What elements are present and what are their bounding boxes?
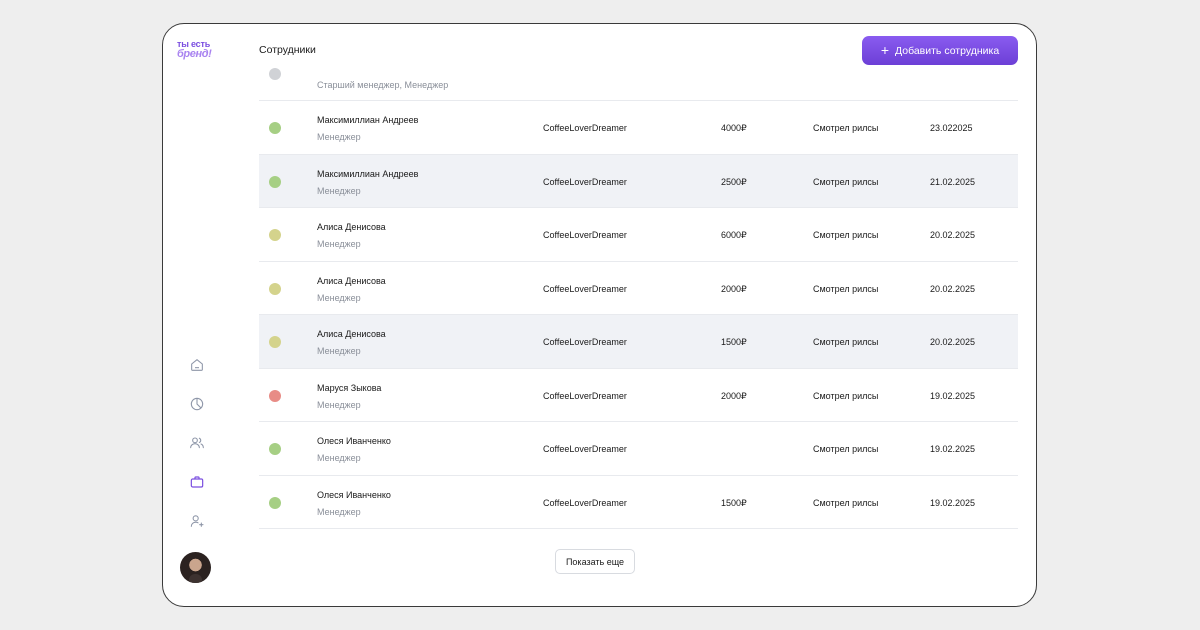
sidebar-nav	[186, 354, 208, 549]
employee-nickname: CoffeeLoverDreamer	[543, 283, 627, 294]
employee-role: Менеджер	[317, 506, 361, 517]
table-row[interactable]: Алиса Денисова Менеджер CoffeeLoverDreamer…	[259, 208, 1018, 262]
employee-amount: 6000₽	[721, 230, 747, 240]
employee-name: Алиса Денисова	[317, 222, 386, 232]
status-dot	[269, 282, 281, 295]
nav-item-briefcase[interactable]	[186, 471, 208, 493]
table-row[interactable]: Алиса Денисова Менеджер CoffeeLoverDreamer…	[259, 315, 1018, 369]
plus-icon: +	[880, 42, 889, 58]
status-dot	[269, 229, 281, 241]
status-dot	[269, 389, 281, 402]
employee-date: 20.02.2025	[930, 283, 976, 294]
employee-date: 21.02.2025	[930, 176, 976, 187]
status-dot	[269, 496, 281, 509]
employee-status: Смотрел рилсы	[813, 390, 879, 401]
employee-amount: 2000₽	[721, 283, 747, 294]
employee-nickname: CoffeeLoverDreamer	[543, 123, 627, 133]
status-dot	[269, 122, 281, 134]
employee-nickname: CoffeeLoverDreamer	[543, 444, 627, 454]
employee-role: Менеджер	[317, 399, 361, 410]
employee-nickname: CoffeeLoverDreamer	[543, 176, 627, 187]
home-icon	[191, 359, 203, 371]
employee-name: Максимиллиан Андреев	[317, 115, 419, 125]
table-row[interactable]: Максимиллиан Андреев Менеджер CoffeeLoverD…	[259, 154, 1018, 208]
employee-status: Смотрел рилсы	[813, 283, 879, 294]
status-dot	[269, 68, 281, 80]
nav-item-add-user[interactable]	[186, 510, 208, 532]
employee-date: 19.02.2025	[930, 444, 976, 454]
table-row[interactable]: Олеся Иванченко Менеджер CoffeeLoverDreame…	[259, 476, 1018, 529]
status-dot	[269, 175, 281, 188]
nav-item-analytics[interactable]	[186, 393, 208, 415]
employee-amount: 2000₽	[721, 390, 747, 401]
table-row[interactable]: Маруся Зыкова Менеджер CoffeeLoverDreamer 2…	[259, 369, 1018, 422]
employee-role: Менеджер	[317, 453, 361, 463]
employee-role: Менеджер	[317, 132, 361, 142]
status-dot	[269, 336, 281, 348]
employee-role: Менеджер	[317, 292, 361, 303]
employee-date: 23.022025	[930, 123, 973, 133]
nav-item-users[interactable]	[186, 432, 208, 454]
page-title: Сотрудники	[259, 44, 316, 56]
briefcase-icon	[190, 476, 204, 488]
users-icon	[190, 437, 204, 449]
user-add-icon	[190, 515, 204, 527]
logo-line-1: ты есть	[177, 39, 211, 49]
employee-role: Менеджер	[317, 239, 361, 249]
employee-amount: 1500₽	[721, 337, 747, 347]
add-employee-button[interactable]: + Добавить сотрудника	[862, 36, 1018, 65]
employee-nickname: CoffeeLoverDreamer	[543, 497, 627, 508]
employee-name: Маруся Зыкова	[317, 382, 382, 393]
table-row[interactable]: Алиса Денисова Менеджер CoffeeLoverDreamer…	[259, 262, 1018, 315]
employee-name: Олеся Иванченко	[317, 436, 391, 446]
employee-status: Смотрел рилсы	[813, 337, 879, 347]
employee-name: Алиса Денисова	[317, 275, 386, 286]
employee-status: Смотрел рилсы	[813, 497, 879, 508]
employee-status: Смотрел рилсы	[813, 444, 879, 454]
nav-item-home[interactable]	[186, 354, 208, 376]
app-window: ты есть бренд! Сотрудники + Добавить сот…	[162, 23, 1037, 607]
table-row[interactable]: Олеся Иванченко Менеджер CoffeeLoverDreame…	[259, 422, 1018, 476]
employee-nickname: CoffeeLoverDreamer	[543, 337, 627, 347]
employee-date: 20.02.2025	[930, 337, 976, 347]
employee-amount: 2500₽	[721, 176, 747, 187]
pie-chart-icon	[190, 397, 204, 411]
status-dot	[269, 443, 281, 455]
employee-amount: 4000₽	[721, 123, 747, 133]
employee-status: Смотрел рилсы	[813, 230, 879, 240]
logo-line-2: бренд!	[177, 48, 212, 60]
employee-date: 20.02.2025	[930, 230, 976, 240]
employees-table: Старший менеджер, Менеджер Максимиллиан А…	[259, 64, 1018, 529]
employee-role: Менеджер	[317, 346, 361, 356]
employee-name: Алиса Денисова	[317, 329, 386, 339]
employee-amount: 1500₽	[721, 497, 747, 508]
avatar[interactable]	[180, 552, 211, 583]
table-row[interactable]: Максимиллиан Андреев Менеджер CoffeeLoverD…	[259, 101, 1018, 155]
employee-date: 19.02.2025	[930, 390, 976, 401]
add-employee-label: Добавить сотрудника	[895, 44, 1000, 57]
employee-name: Олеся Иванченко	[317, 489, 391, 500]
employee-status: Смотрел рилсы	[813, 176, 879, 187]
employee-role: Менеджер	[317, 185, 361, 196]
show-more-button[interactable]: Показать еще	[555, 549, 635, 574]
table-row[interactable]: Старший менеджер, Менеджер	[259, 64, 1018, 101]
employee-name: Максимиллиан Андреев	[317, 168, 419, 179]
employee-status: Смотрел рилсы	[813, 123, 879, 133]
employee-date: 19.02.2025	[930, 497, 976, 508]
logo: ты есть бренд!	[177, 40, 219, 62]
employee-role: Старший менеджер, Менеджер	[317, 80, 449, 90]
employee-nickname: CoffeeLoverDreamer	[543, 230, 627, 240]
employee-nickname: CoffeeLoverDreamer	[543, 390, 627, 401]
